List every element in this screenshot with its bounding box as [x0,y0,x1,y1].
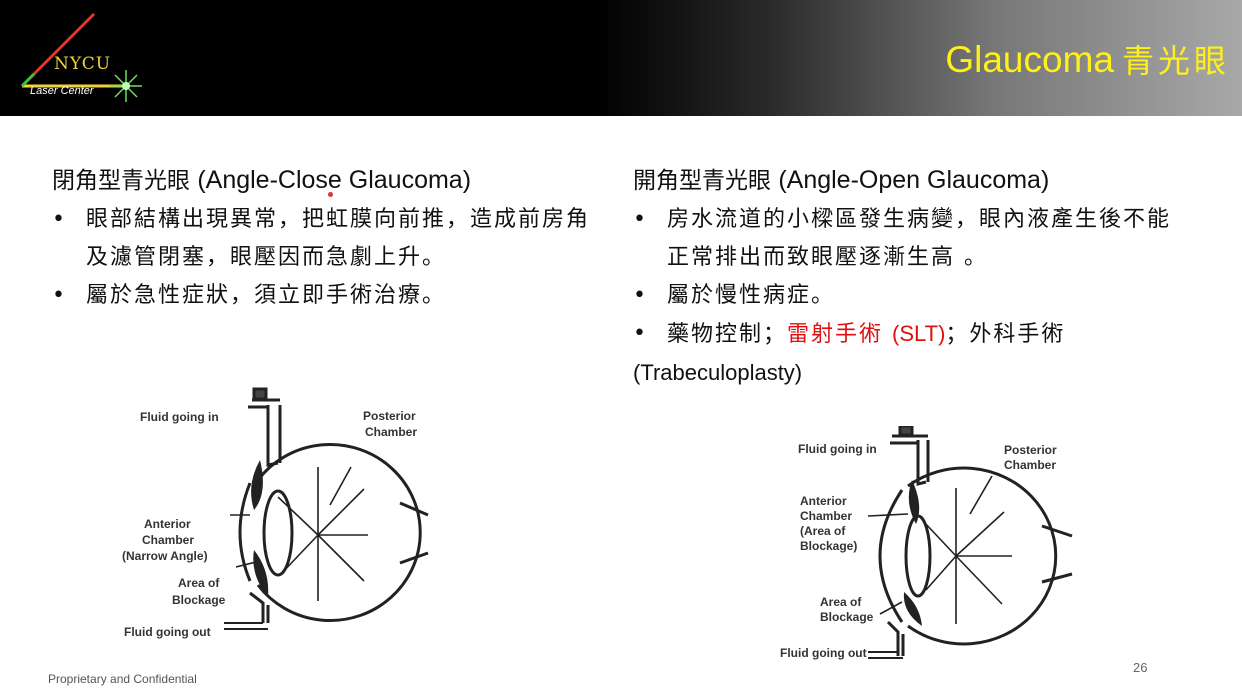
page-number: 26 [1133,660,1148,675]
angle-open-heading: 開角型青光眼 (Angle-Open Glaucoma) [633,164,1193,197]
angle-close-diagram: Fluid going in Posterior Chamber Anterio… [122,387,429,639]
angle-open-diagram: Fluid going in Posterior Chamber Anterio… [780,426,1073,660]
fluid-in-label: Fluid going in [798,442,877,456]
posterior-label: Posterior [1004,443,1057,457]
angle-open-bullets: 房水流道的小樑區發生病變，眼內液產生後不能正常排出而致眼壓逐漸生高 。 屬於慢性… [633,201,1193,393]
fluid-in-label: Fluid going in [140,410,219,424]
bullet-item: 藥物控制；雷射手術 (SLT)；外科手術 (Trabeculoplasty) [633,315,1193,393]
bullet-item: 房水流道的小樑區發生病變，眼內液產生後不能正常排出而致眼壓逐漸生高 。 [633,201,1193,277]
anterior-label: Blockage) [800,539,857,553]
trabeculoplasty-text: (Trabeculoplasty) [633,360,803,385]
angle-close-bullets: 眼部結構出現異常，把虹膜向前推，造成前房角及濾管閉塞，眼壓因而急劇上升。 屬於急… [52,201,612,315]
posterior-label: Chamber [1004,458,1056,472]
blockage-label: Area of [820,595,862,609]
slide-header: NYCU Laser Center Glaucoma 青光眼 [0,0,1242,116]
posterior-label: Posterior [363,409,416,423]
heading-zh: 開角型青光眼 [633,168,779,194]
blockage-label: Blockage [820,610,874,624]
fluid-out-label: Fluid going out [780,646,867,660]
slide-title: Glaucoma 青光眼 [945,36,1230,82]
title-zh: 青光眼 [1121,42,1230,80]
angle-close-heading: 閉角型青光眼 (Angle-Close Glaucoma) [52,164,612,197]
iris-blockage [251,460,263,510]
confidential-note: Proprietary and Confidential [48,672,197,686]
posterior-label: Chamber [365,425,417,439]
heading-en: (Angle-Close Glaucoma) [197,166,472,194]
anterior-label: Anterior [800,494,847,508]
bullet-item: 屬於慢性病症。 [633,277,1193,315]
anterior-label: Chamber [800,509,852,523]
bullet-text: 藥物控制； [667,322,788,347]
anterior-label: Anterior [144,517,191,531]
anterior-label: Chamber [142,533,194,547]
anterior-label: (Area of [800,524,846,538]
heading-en: (Angle-Open Glaucoma) [778,166,1050,194]
iris-blockage [908,480,920,524]
pressure-arrows [230,466,368,601]
blockage-label: Area of [178,576,220,590]
fluid-out-label: Fluid going out [124,625,211,639]
bullet-item: 眼部結構出現異常，把虹膜向前推，造成前房角及濾管閉塞，眼壓因而急劇上升。 [52,201,612,277]
logo-subtitle: Laser Center [30,85,94,97]
logo-text: NYCU [54,54,112,74]
bullet-item: 屬於急性症狀，須立即手術治療。 [52,277,612,315]
blockage-label: Blockage [172,593,226,607]
angle-open-section: 開角型青光眼 (Angle-Open Glaucoma) 房水流道的小樑區發生病… [633,164,1193,393]
laser-surgery-text: 雷射手術 [787,322,884,347]
anterior-label: (Narrow Angle) [122,549,208,563]
bullet-text: ；外科手術 [945,322,1066,347]
slt-text: (SLT) [892,321,946,346]
heading-zh: 閉角型青光眼 [52,168,198,194]
angle-close-section: 閉角型青光眼 (Angle-Close Glaucoma) 眼部結構出現異常，把… [52,164,612,315]
title-en: Glaucoma [945,39,1114,80]
